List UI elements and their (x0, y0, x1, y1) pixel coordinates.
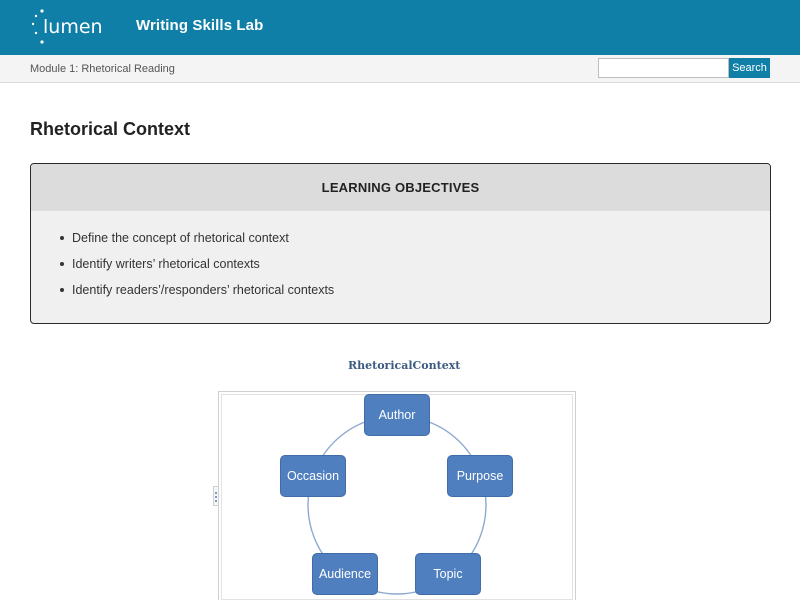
search-input[interactable] (598, 58, 729, 78)
diagram-node-occasion: Occasion (280, 455, 346, 497)
site-title[interactable]: Writing Skills Lab (136, 17, 263, 34)
objective-item: Identify readers’/responders’ rhetorical… (60, 281, 770, 307)
resize-handle-dot (215, 492, 217, 494)
lumen-logo-dots (31, 9, 44, 44)
learning-objectives-list: Define the concept of rhetorical context… (31, 211, 770, 307)
diagram-title-text: RhetoricalContext (348, 359, 461, 372)
lumen-logo[interactable]: lumen (28, 8, 112, 46)
diagram-node-author: Author (364, 394, 430, 436)
resize-handle-dot (215, 496, 217, 498)
resize-handle-dot (215, 500, 217, 502)
page-title: Rhetorical Context (30, 119, 191, 139)
diagram-node-purpose: Purpose (447, 455, 513, 497)
objective-item: Identify writers’ rhetorical contexts (60, 255, 770, 281)
site-header: lumen Writing Skills Lab (0, 0, 800, 55)
diagram-node-topic: Topic (415, 553, 481, 595)
breadcrumb[interactable]: Module 1: Rhetorical Reading (30, 63, 175, 75)
objective-item: Define the concept of rhetorical context (60, 229, 770, 255)
diagram-node-audience: Audience (312, 553, 378, 595)
lumen-logo-text: lumen (43, 16, 103, 38)
learning-objectives-box: LEARNING OBJECTIVES Define the concept o… (30, 163, 771, 324)
learning-objectives-heading: LEARNING OBJECTIVES (31, 164, 770, 211)
resize-handle[interactable] (213, 486, 219, 506)
search-button[interactable]: Search (729, 58, 770, 78)
